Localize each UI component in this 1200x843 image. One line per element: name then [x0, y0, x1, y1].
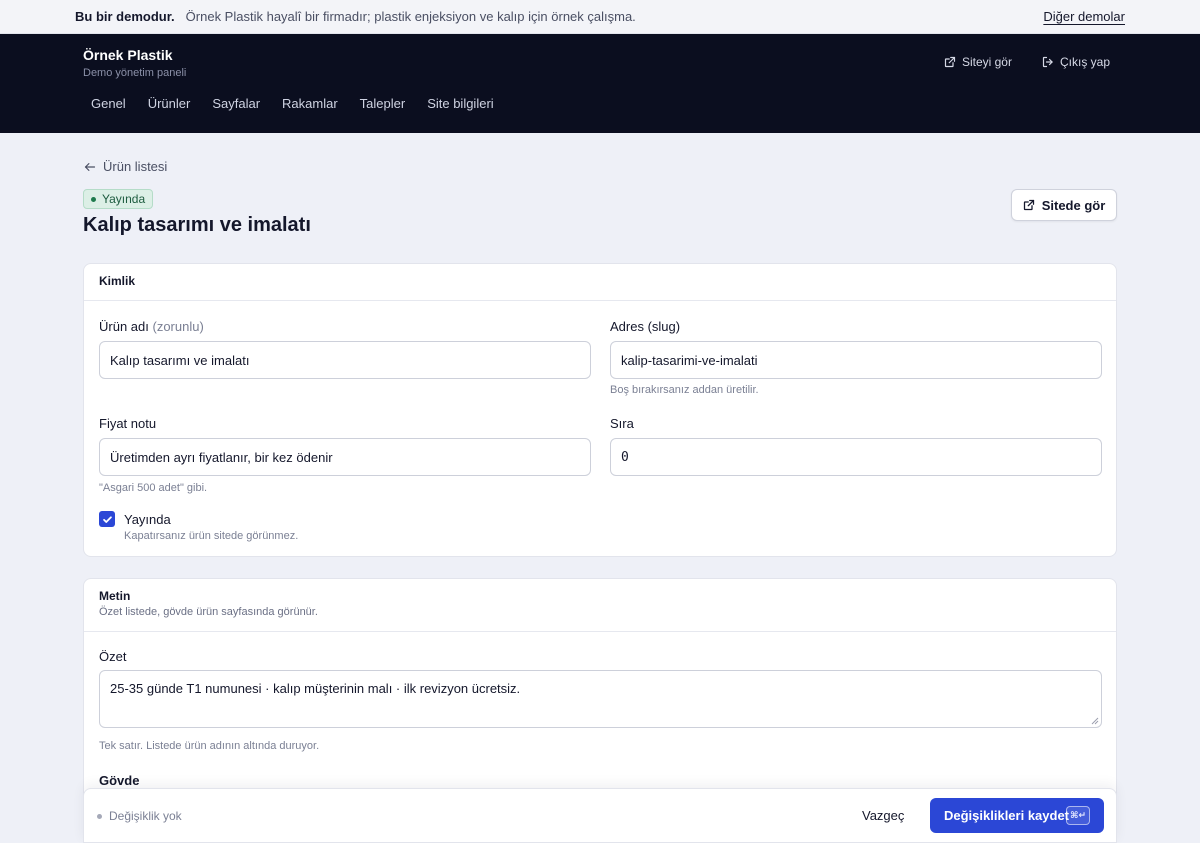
demo-banner-description: Örnek Plastik hayalî bir firmadır; plast…: [185, 9, 636, 24]
brand: Örnek Plastik Demo yönetim paneli: [83, 47, 186, 79]
check-icon: [102, 515, 112, 523]
slug-value: kalip-tasarimi-ve-imalati: [621, 352, 758, 368]
summary-textarea[interactable]: 25-35 günde T1 numunesi · kalıp müşterin…: [99, 670, 1102, 728]
tab-rakamlar[interactable]: Rakamlar: [271, 96, 349, 111]
main-tabs: Genel Ürünler Sayfalar Rakamlar Talepler…: [80, 96, 505, 111]
order-value: 0: [621, 449, 629, 465]
summary-value: 25-35 günde T1 numunesi · kalıp müşterin…: [110, 681, 521, 696]
back-link-label: Ürün listesi: [103, 159, 168, 174]
other-demos-link[interactable]: Diğer demolar: [1043, 9, 1125, 24]
text-heading: Metin: [99, 589, 131, 603]
published-checkbox[interactable]: [99, 511, 115, 527]
view-site-label: Siteyi gör: [961, 55, 1012, 69]
product-name-label-text: Ürün adı: [99, 319, 149, 334]
resize-grip-icon[interactable]: [1091, 717, 1099, 725]
price-note-input[interactable]: Üretimden ayrı fiyatlanır, bir kez ödeni…: [99, 438, 591, 476]
product-name-label: Ürün adı (zorunlu): [99, 319, 204, 334]
order-input[interactable]: 0: [610, 438, 1102, 476]
slug-input[interactable]: kalip-tasarimi-ve-imalati: [610, 341, 1102, 379]
status-badge-label: Yayında: [102, 192, 146, 206]
tab-talepler[interactable]: Talepler: [349, 96, 417, 111]
cancel-button[interactable]: Vazgeç: [862, 808, 904, 823]
back-link[interactable]: Ürün listesi: [84, 159, 167, 174]
text-subheading: Özet listede, gövde ürün sayfasında görü…: [99, 606, 318, 618]
identity-card-header: Kimlik: [84, 264, 1116, 301]
tab-urunler[interactable]: Ürünler: [137, 96, 202, 111]
status-dot-icon: [91, 196, 96, 202]
slug-hint: Boş bırakırsanız addan üretilir.: [610, 384, 759, 396]
product-name-input[interactable]: Kalıp tasarımı ve imalatı: [99, 341, 591, 379]
published-hint: Kapatırsanız ürün sitede görünmez.: [124, 530, 299, 542]
summary-label: Özet: [99, 649, 127, 664]
logout-icon: [1042, 56, 1053, 68]
view-on-site-button[interactable]: Sitede gör: [1011, 189, 1117, 221]
view-site-link[interactable]: Siteyi gör: [944, 55, 1012, 69]
logout-label: Çıkış yap: [1059, 55, 1110, 69]
price-note-label: Fiyat notu: [99, 416, 157, 431]
published-label[interactable]: Yayında: [124, 512, 171, 527]
change-status: Değişiklik yok: [97, 809, 182, 823]
price-note-value: Üretimden ayrı fiyatlanır, bir kez ödeni…: [110, 449, 333, 465]
status-dot-icon: [97, 813, 102, 819]
header-actions: Siteyi gör Çıkış yap: [944, 55, 1110, 69]
order-label: Sıra: [610, 416, 634, 431]
summary-hint: Tek satır. Listede ürün adının altında d…: [99, 740, 320, 752]
tab-site-bilgileri[interactable]: Site bilgileri: [416, 96, 504, 111]
demo-banner-title: Bu bir demodur.: [75, 9, 175, 24]
save-bar: Değişiklik yok Vazgeç Değişiklikleri kay…: [83, 788, 1117, 843]
brand-name[interactable]: Örnek Plastik: [83, 47, 186, 63]
logout-link[interactable]: Çıkış yap: [1042, 55, 1110, 69]
identity-card: Kimlik Ürün adı (zorunlu) Kalıp tasarımı…: [83, 263, 1117, 557]
keyboard-shortcut-badge: ⌘↵: [1066, 806, 1090, 825]
brand-subtitle: Demo yönetim paneli: [83, 67, 187, 79]
demo-banner: Bu bir demodur. Örnek Plastik hayalî bir…: [0, 0, 1200, 34]
body-label: Gövde: [99, 773, 140, 788]
slug-label: Adres (slug): [610, 319, 681, 334]
identity-heading: Kimlik: [99, 274, 136, 288]
status-badge: Yayında: [83, 189, 154, 209]
external-link-icon: [1023, 199, 1034, 211]
external-link-icon: [944, 56, 956, 68]
product-name-value: Kalıp tasarımı ve imalatı: [110, 352, 250, 368]
change-status-label: Değişiklik yok: [109, 809, 182, 823]
price-note-hint: "Asgari 500 adet" gibi.: [99, 482, 208, 494]
text-card-header: Metin Özet listede, gövde ürün sayfasınd…: [84, 579, 1116, 632]
tab-sayfalar[interactable]: Sayfalar: [201, 96, 271, 111]
save-button-label: Değişiklikleri kaydet: [944, 808, 1070, 823]
top-navigation: Örnek Plastik Demo yönetim paneli Siteyi…: [0, 34, 1200, 133]
save-button[interactable]: Değişiklikleri kaydet ⌘↵: [930, 798, 1104, 833]
page-title: Kalıp tasarımı ve imalatı: [83, 214, 311, 236]
arrow-left-icon: [84, 162, 96, 171]
view-on-site-label: Sitede gör: [1041, 197, 1106, 213]
required-note: (zorunlu): [152, 319, 204, 334]
tab-genel[interactable]: Genel: [80, 96, 137, 111]
